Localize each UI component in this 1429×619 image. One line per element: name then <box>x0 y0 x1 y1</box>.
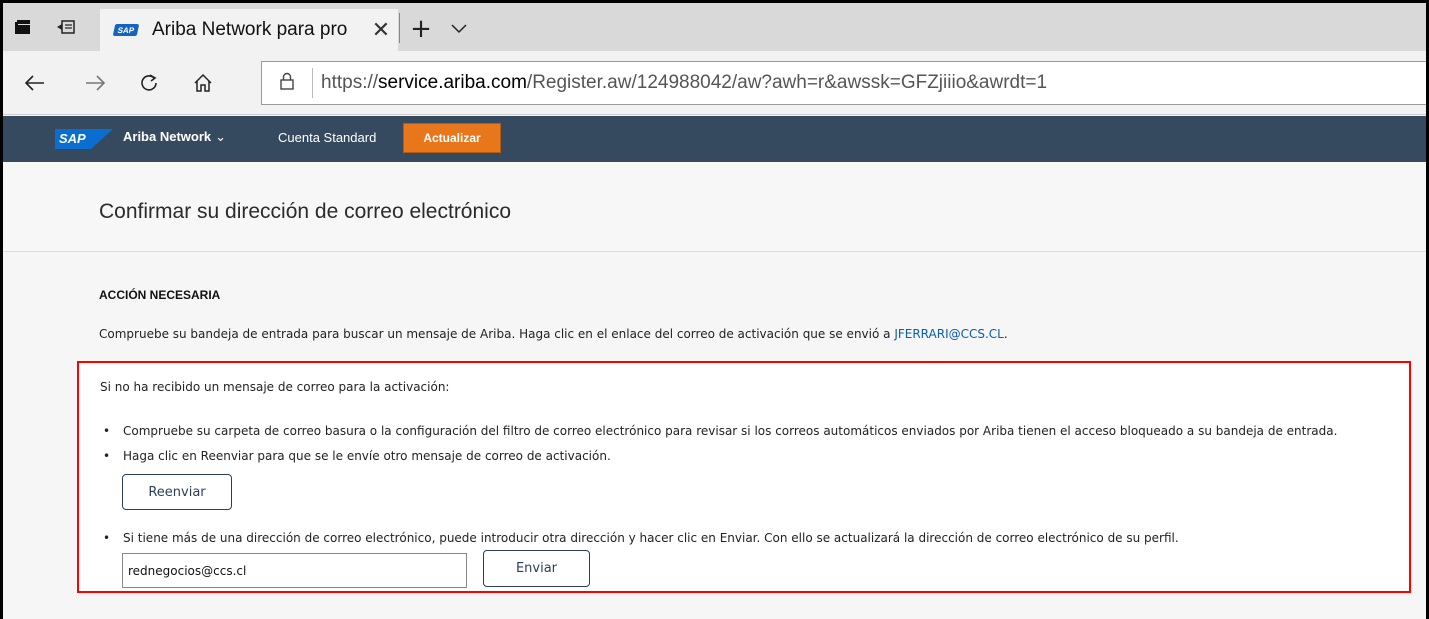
address-bar-row: https://service.ariba.com/Register.aw/12… <box>3 51 1426 115</box>
sap-logo[interactable]: SAP <box>55 129 113 149</box>
bullet-text: Haga clic en Reenviar para que se le env… <box>123 449 611 463</box>
bullet-dot: • <box>103 531 111 545</box>
send-button[interactable]: Enviar <box>483 550 590 587</box>
url-scheme: https:// <box>321 72 379 93</box>
forward-arrow-icon[interactable] <box>75 65 115 101</box>
lock-icon[interactable] <box>262 72 312 95</box>
ariba-header: SAP Ariba Network ⌄ Cuenta Standard Actua… <box>3 116 1426 162</box>
bullet-dot: • <box>103 449 111 463</box>
sap-favicon-icon: SAP <box>112 24 140 36</box>
check-inbox-sentence: Compruebe su bandeja de entrada para bus… <box>99 327 895 341</box>
bullet-text: Si tiene más de una dirección de correo … <box>123 531 1179 545</box>
check-inbox-period: . <box>1003 327 1008 341</box>
new-tab-icon[interactable]: + <box>403 9 439 49</box>
url-field[interactable]: https://service.ariba.com/Register.aw/12… <box>261 61 1426 105</box>
upgrade-button[interactable]: Actualizar <box>403 123 501 153</box>
tab-ariba[interactable]: SAP Ariba Network para pro ✕ <box>100 9 398 51</box>
bullet-text: Compruebe su carpeta de correo basura o … <box>123 424 1338 438</box>
account-type-label: Cuenta Standard <box>278 130 377 145</box>
url-divider <box>312 68 313 98</box>
close-tab-icon[interactable]: ✕ <box>364 18 398 43</box>
title-strip: Confirmar su dirección de correo electró… <box>3 162 1426 252</box>
ariba-network-menu[interactable]: Ariba Network ⌄ <box>123 129 226 145</box>
chevron-down-icon: ⌄ <box>215 129 227 144</box>
action-required-heading: ACCIÓN NECESARIA <box>99 288 221 302</box>
tab-title: Ariba Network para pro <box>152 19 348 40</box>
page-title: Confirmar su dirección de correo electró… <box>99 200 512 223</box>
url-text: https://service.ariba.com/Register.aw/12… <box>321 72 1047 94</box>
resend-activation-box: Si no ha recibido un mensaje de correo p… <box>77 361 1411 593</box>
ariba-network-label: Ariba Network <box>123 129 212 144</box>
url-path: /Register.aw/124988042/aw?awh=r&awssk=GF… <box>526 72 1048 93</box>
set-aside-tabs-icon[interactable] <box>45 3 87 51</box>
check-inbox-text: Compruebe su bandeja de entrada para bus… <box>99 327 1008 341</box>
tab-bar: SAP Ariba Network para pro ✕ + <box>3 3 1426 51</box>
browser-window: SAP Ariba Network para pro ✕ + https://s… <box>0 0 1429 619</box>
box-intro-text: Si no ha recibido un mensaje de correo p… <box>100 380 450 394</box>
refresh-icon[interactable] <box>129 65 169 101</box>
email-field[interactable]: rednegocios@ccs.cl <box>122 553 467 588</box>
registered-email: JFERRARI@CCS.CL <box>894 327 1004 341</box>
bullet-dot: • <box>103 424 111 438</box>
tab-divider <box>399 13 400 43</box>
home-icon[interactable] <box>183 65 223 101</box>
url-domain: service.ariba.com <box>378 72 527 93</box>
back-arrow-icon[interactable] <box>15 65 55 101</box>
resend-button[interactable]: Reenviar <box>122 474 232 510</box>
tab-preview-chevron-icon[interactable] <box>439 9 479 49</box>
tab-actions-icon[interactable] <box>3 3 45 51</box>
page-content: Confirmar su dirección de correo electró… <box>3 162 1426 619</box>
